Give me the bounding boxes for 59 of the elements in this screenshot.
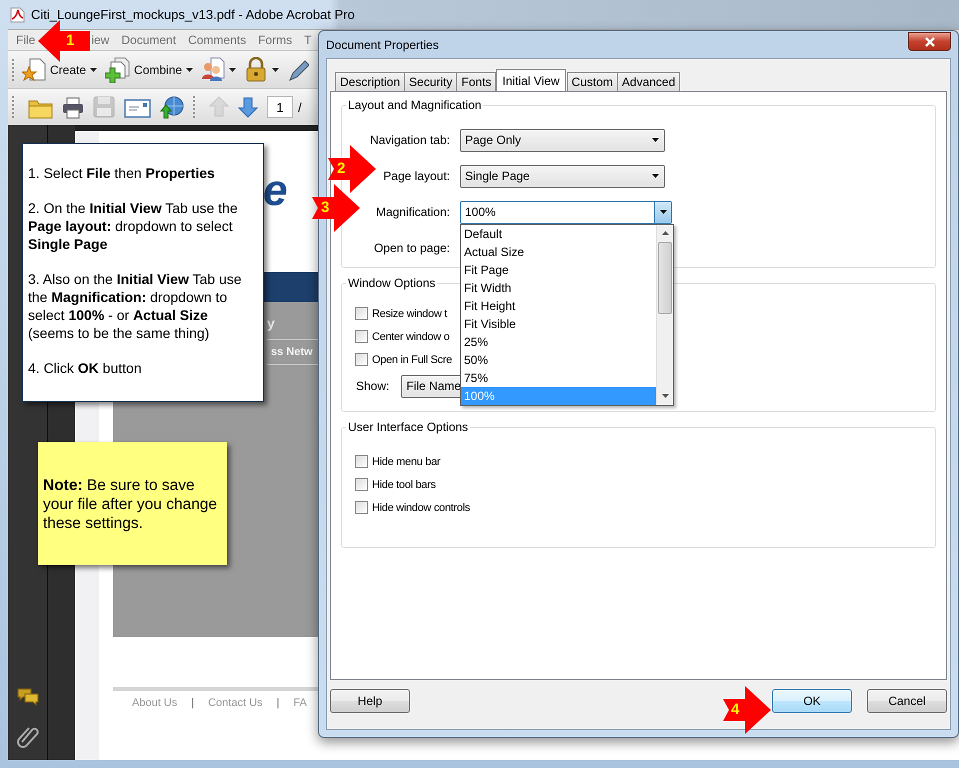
list-option[interactable]: 50% [461,350,656,368]
tab[interactable]: Custom [566,72,618,91]
footer-separator: | [191,697,194,709]
menu-item[interactable]: Comments [188,33,246,47]
tab[interactable]: Advanced [616,72,680,91]
dialog-title: Document Properties [326,38,439,52]
checkbox-label: Hide tool bars [372,478,436,490]
checkbox-label: Open in Full Scre [372,354,452,366]
field-label: Magnification: [374,205,451,219]
list-option[interactable]: Actual Size [461,242,656,260]
note-text: Note: Be sure to save your file after you change these settings. [43,476,218,533]
footer-separator: | [276,697,280,709]
step-number: 3 [321,199,330,216]
menu-item[interactable]: iew [91,33,110,47]
group-title: Layout and Magnification [347,98,482,112]
group-title: Window Options [347,276,436,290]
instruction-text: 2. On the Initial View Tab use the Page layout: dropdown to select Single Page [28,199,239,253]
group-title: User Interface Options [347,420,470,434]
toolbar-button[interactable]: Combine [102,54,196,84]
page-nav-text: ss Netw [271,346,313,358]
menu-item[interactable]: T [304,33,312,47]
toolbar-button[interactable]: Create [19,56,100,84]
list-option[interactable]: Fit Page [461,260,656,278]
tab[interactable]: Fonts [456,72,496,91]
dialog-button[interactable]: Cancel [867,689,947,713]
page-menu-text: y [267,315,275,333]
dialog-button[interactable]: Help [330,689,410,713]
logo-text: e [263,166,288,215]
checkbox-label: Hide menu bar [372,456,440,468]
instruction-text: 4. Click OK button [28,359,143,377]
field-label: Show: [356,379,390,393]
list-option[interactable]: Default [461,224,656,242]
step-number: 1 [66,32,74,49]
menu-item[interactable]: Forms [258,33,292,47]
tab[interactable]: Initial View [496,69,566,91]
menu-item[interactable]: File [16,33,36,47]
checkbox-label: Resize window t [372,308,447,320]
list-option[interactable]: Fit Visible [461,314,656,332]
list-option[interactable]: Fit Height [461,296,656,314]
dropdown[interactable]: Page Only [460,128,665,152]
checkbox-label: Hide window controls [372,502,470,514]
dropdown[interactable]: Single Page [460,164,665,188]
instruction-text: 3. Also on the Initial View Tab use the Magnification: dropdown to select 100% - or Actual Size (seems to be the same thing) [28,270,243,342]
field-label: Open to page: [372,241,451,255]
step-number: 4 [731,701,740,718]
page-separator: / [298,100,302,114]
page-number-field[interactable]: 1 [267,96,293,118]
field-label: Page layout: [382,169,451,183]
field-label: Navigation tab: [368,133,451,147]
window-title: Citi_LoungeFirst_mockups_v13.pdf - Adobe Acrobat Pro [31,7,355,22]
list-option[interactable]: Fit Width [461,278,656,296]
dialog-button[interactable]: OK [772,689,852,713]
list-option[interactable]: 25% [461,332,656,350]
step-number: 2 [337,160,346,177]
tab[interactable]: Security [404,72,458,91]
menu-item[interactable]: Document [121,33,176,47]
checkbox-label: Center window o [372,330,450,342]
instruction-text: 1. Select File then Properties [28,164,216,182]
tab[interactable]: Description [335,72,406,91]
